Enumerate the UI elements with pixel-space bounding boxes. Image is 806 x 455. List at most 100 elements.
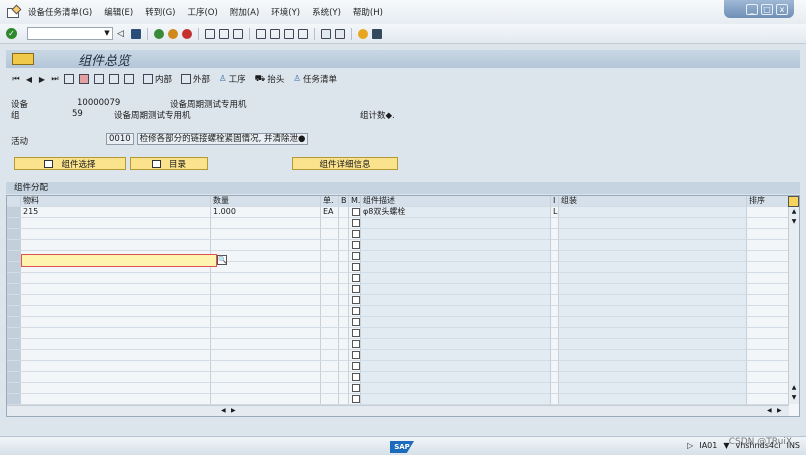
table-cell[interactable] [559, 207, 747, 218]
table-cell[interactable] [551, 372, 559, 383]
new-session-icon[interactable] [321, 28, 331, 39]
print-icon[interactable] [205, 28, 215, 39]
table-cell[interactable] [361, 251, 551, 262]
table-cell[interactable] [361, 339, 551, 350]
table-cell[interactable] [559, 229, 747, 240]
table-cell[interactable] [559, 394, 747, 405]
table-cell[interactable] [747, 328, 789, 339]
table-cell[interactable] [339, 284, 349, 295]
table-cell[interactable] [559, 240, 747, 251]
table-cell[interactable] [551, 284, 559, 295]
save-icon[interactable] [131, 28, 141, 39]
table-cell[interactable] [349, 339, 361, 350]
layout-icon[interactable] [372, 28, 382, 39]
search-help-icon[interactable]: 🔍 [217, 255, 227, 265]
find-next-icon[interactable] [233, 28, 243, 39]
next-record-icon[interactable]: ▶ [38, 75, 46, 84]
material-input-active[interactable] [21, 254, 217, 267]
table-cell[interactable] [747, 383, 789, 394]
table-cell[interactable] [747, 394, 789, 405]
table-cell[interactable] [361, 394, 551, 405]
table-cell[interactable] [559, 284, 747, 295]
previous-record-icon[interactable]: ◀ [25, 75, 33, 84]
table-cell[interactable] [559, 218, 747, 229]
table-cell[interactable] [321, 361, 339, 372]
table-row[interactable] [7, 372, 789, 383]
table-cell[interactable] [7, 295, 21, 306]
table-row[interactable] [7, 306, 789, 317]
table-cell[interactable] [339, 207, 349, 218]
table-cell[interactable] [321, 295, 339, 306]
table-cell[interactable] [559, 306, 747, 317]
table-cell[interactable] [349, 328, 361, 339]
table-cell[interactable] [349, 229, 361, 240]
column-header[interactable]: I [551, 196, 559, 207]
table-cell[interactable]: φ8双头螺栓 [361, 207, 551, 218]
table-row[interactable] [7, 295, 789, 306]
table-cell[interactable] [339, 383, 349, 394]
table-cell[interactable] [361, 295, 551, 306]
table-cell[interactable] [339, 394, 349, 405]
table-cell[interactable] [339, 372, 349, 383]
table-cell[interactable] [559, 372, 747, 383]
scroll-up-icon[interactable]: ▲ [790, 208, 798, 216]
table-cell[interactable] [559, 361, 747, 372]
table-cell[interactable] [559, 339, 747, 350]
table-cell[interactable] [747, 262, 789, 273]
table-cell[interactable] [211, 251, 321, 262]
table-row[interactable] [7, 361, 789, 372]
scroll-right-icon[interactable]: ▶ [231, 407, 236, 414]
table-cell[interactable] [7, 262, 21, 273]
table-cell[interactable] [21, 240, 211, 251]
table-cell[interactable] [361, 284, 551, 295]
table-cell[interactable] [551, 317, 559, 328]
table-cell[interactable] [211, 262, 321, 273]
column-header[interactable]: 组件描述 [361, 196, 551, 207]
table-cell[interactable] [551, 328, 559, 339]
scroll-left-icon[interactable]: ◀ [767, 407, 772, 414]
menu-extras[interactable]: 附加(A) [230, 6, 259, 18]
table-cell[interactable] [21, 328, 211, 339]
column-header[interactable]: 单. [321, 196, 339, 207]
table-cell[interactable] [361, 328, 551, 339]
table-cell[interactable] [321, 350, 339, 361]
scroll-down-small-icon[interactable]: ▼ [790, 394, 798, 402]
menu-task-list[interactable]: 设备任务清单(G) [28, 6, 92, 18]
table-cell[interactable] [21, 339, 211, 350]
table-cell[interactable] [339, 306, 349, 317]
table-cell[interactable] [559, 262, 747, 273]
bulk-material-checkbox[interactable] [352, 307, 360, 315]
table-cell[interactable] [7, 240, 21, 251]
menu-environment[interactable]: 环境(Y) [271, 6, 300, 18]
column-header[interactable]: 数量 [211, 196, 321, 207]
table-cell[interactable] [7, 361, 21, 372]
table-row[interactable] [7, 240, 789, 251]
table-cell[interactable] [339, 218, 349, 229]
table-cell[interactable] [211, 306, 321, 317]
table-cell[interactable] [361, 262, 551, 273]
table-cell[interactable] [747, 339, 789, 350]
table-cell[interactable] [361, 372, 551, 383]
menu-edit[interactable]: 编辑(E) [104, 6, 133, 18]
table-cell[interactable] [361, 361, 551, 372]
table-cell[interactable] [7, 339, 21, 350]
table-cell[interactable] [21, 372, 211, 383]
table-cell[interactable] [7, 372, 21, 383]
bulk-material-checkbox[interactable] [352, 340, 360, 348]
table-cell[interactable] [339, 251, 349, 262]
table-cell[interactable] [551, 306, 559, 317]
table-cell[interactable] [211, 339, 321, 350]
table-cell[interactable] [559, 251, 747, 262]
last-record-icon[interactable]: ⏭ [51, 74, 59, 84]
table-cell[interactable] [339, 339, 349, 350]
horizontal-scrollbar[interactable]: ◀ ▶ ◀ ▶ [7, 405, 789, 416]
table-cell[interactable] [321, 262, 339, 273]
table-cell[interactable] [7, 394, 21, 405]
table-cell[interactable] [321, 218, 339, 229]
table-cell[interactable] [747, 306, 789, 317]
table-cell[interactable] [361, 383, 551, 394]
table-row[interactable] [7, 273, 789, 284]
help-icon[interactable] [358, 28, 368, 39]
table-cell[interactable] [551, 350, 559, 361]
table-cell[interactable] [349, 361, 361, 372]
